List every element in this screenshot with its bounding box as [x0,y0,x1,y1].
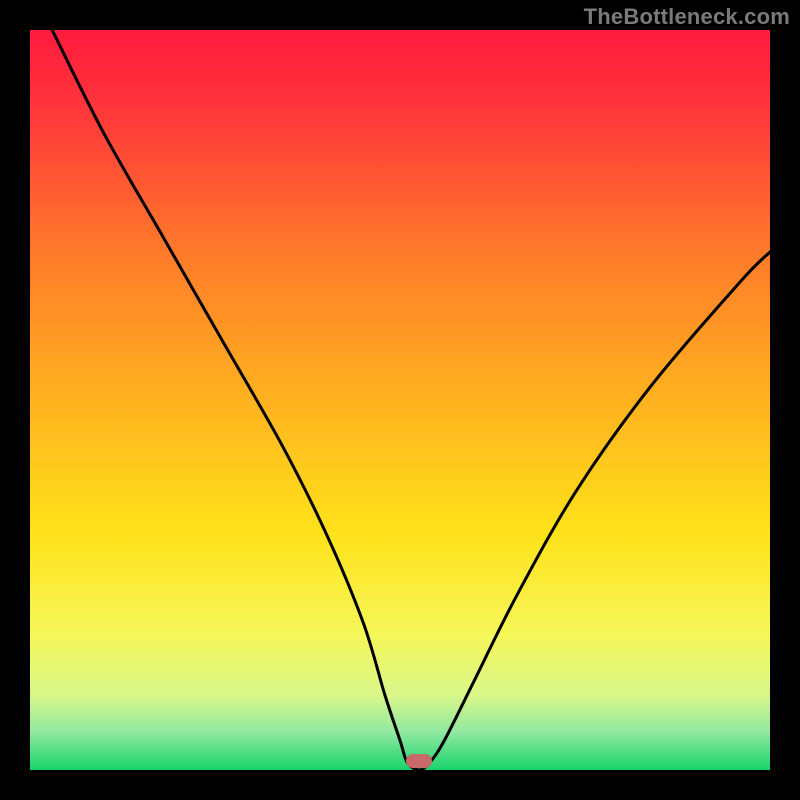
plot-area [30,30,770,770]
chart-frame: TheBottleneck.com [0,0,800,800]
chart-svg [30,30,770,770]
optimal-marker [406,754,432,768]
watermark-text: TheBottleneck.com [584,4,790,30]
gradient-background [30,30,770,770]
